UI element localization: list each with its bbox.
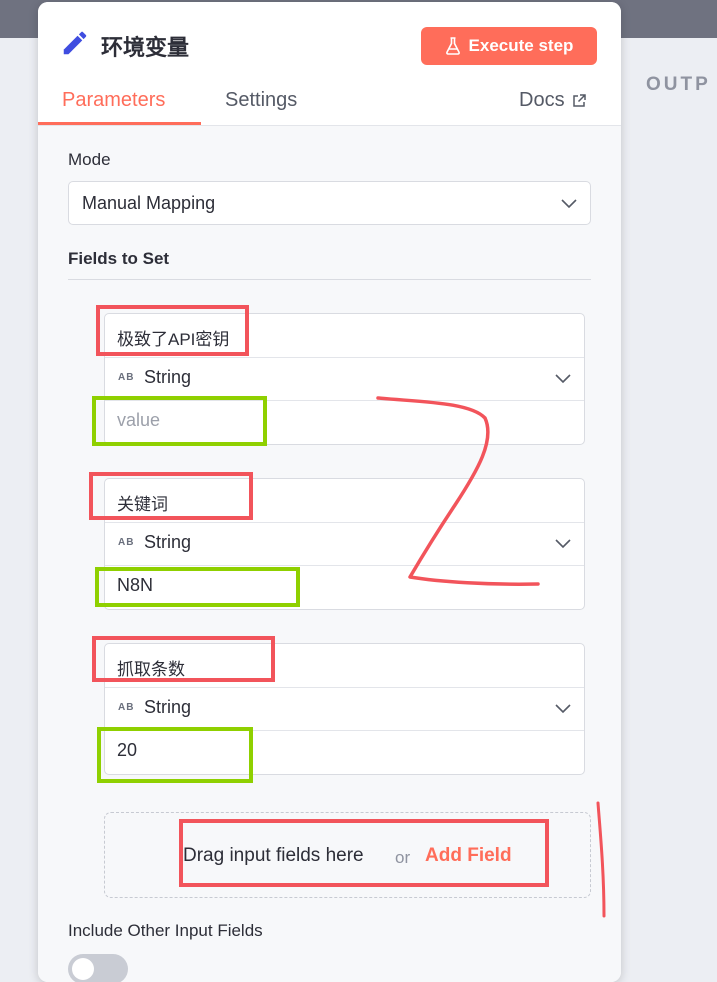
section-divider (68, 279, 591, 280)
node-title[interactable]: 环境变量 (101, 30, 189, 62)
string-type-icon: AB (118, 372, 135, 383)
execute-step-button[interactable]: Execute step (421, 27, 597, 65)
output-panel-title: OUTP (646, 74, 711, 95)
active-tab-indicator (38, 122, 201, 125)
field-type-select[interactable]: AB String (105, 522, 584, 566)
tab-settings[interactable]: Settings (225, 89, 297, 112)
output-panel (622, 38, 717, 971)
field-type: String (144, 697, 192, 717)
include-other-fields-label: Include Other Input Fields (68, 921, 263, 940)
mode-label: Mode (68, 150, 111, 169)
annotation-box-red (92, 636, 275, 682)
execute-step-label: Execute step (468, 36, 574, 55)
panel-header: 环境变量 Execute step Parameters Settings Do… (38, 2, 621, 126)
annotation-box-red (179, 819, 549, 887)
mode-select[interactable]: Manual Mapping (68, 181, 591, 225)
toggle-knob (72, 958, 94, 980)
tab-docs[interactable]: Docs (519, 89, 587, 112)
annotation-box-green (97, 727, 253, 783)
annotation-box-green (92, 396, 267, 446)
field-type: String (144, 532, 192, 552)
annotation-box-red (96, 305, 249, 356)
annotation-box-green (95, 567, 300, 607)
pencil-icon[interactable] (60, 28, 90, 58)
string-type-icon: AB (118, 537, 135, 548)
field-type-select[interactable]: AB String (105, 687, 584, 731)
chevron-down-icon (561, 199, 577, 209)
annotation-box-red (89, 472, 253, 520)
field-type-select[interactable]: AB String (105, 357, 584, 401)
tab-parameters[interactable]: Parameters (62, 89, 165, 112)
flask-icon (445, 37, 460, 55)
tab-docs-label: Docs (519, 89, 565, 111)
canvas-left (0, 38, 38, 971)
external-link-icon (572, 93, 586, 107)
mode-value: Manual Mapping (82, 193, 216, 213)
field-type: String (144, 367, 192, 387)
include-other-fields-toggle[interactable] (68, 954, 128, 982)
fields-to-set-label: Fields to Set (68, 249, 170, 268)
chevron-down-icon (555, 374, 571, 384)
string-type-icon: AB (118, 702, 135, 713)
chevron-down-icon (555, 539, 571, 549)
chevron-down-icon (555, 704, 571, 714)
